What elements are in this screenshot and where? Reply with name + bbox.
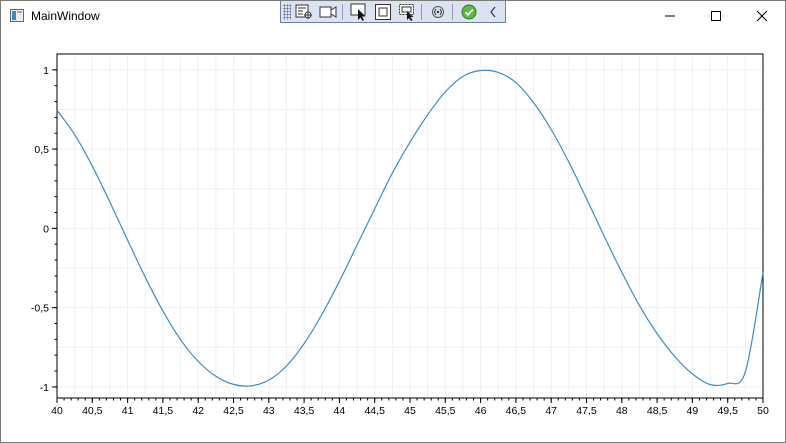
y-tick-label: -0,5 xyxy=(31,303,49,315)
x-tick-label: 49,5 xyxy=(717,405,738,417)
x-tick-label: 42 xyxy=(192,405,204,417)
x-tick-label: 42,5 xyxy=(223,405,244,417)
x-tick-label: 40 xyxy=(51,405,63,417)
sine-wave-chart: -1 -0,5 0 0,5 1 40 40,5 41 41,5 42 42,5 43 43,5 44 44… xyxy=(31,53,769,417)
y-tick-label: 0,5 xyxy=(34,144,49,156)
x-tick-label: 48 xyxy=(616,405,628,417)
x-tick-label: 44,5 xyxy=(364,405,385,417)
x-tick-label: 50 xyxy=(757,405,769,417)
x-tick-label: 41,5 xyxy=(153,405,174,417)
y-tick-label: 0 xyxy=(43,223,49,235)
y-tick-label: -1 xyxy=(40,382,49,394)
x-tick-label: 40,5 xyxy=(82,405,103,417)
x-tick-label: 48,5 xyxy=(647,405,668,417)
x-tick-label: 45 xyxy=(404,405,416,417)
y-tick-label: 1 xyxy=(43,65,49,77)
x-tick-label: 46,5 xyxy=(506,405,527,417)
x-tick-label: 43 xyxy=(263,405,275,417)
x-tick-label: 46 xyxy=(475,405,487,417)
grid-lines xyxy=(56,54,764,398)
x-axis: 40 40,5 41 41,5 42 42,5 43 43,5 44 44,5 45 45,5 46 46… xyxy=(51,398,769,417)
x-tick-label: 47,5 xyxy=(576,405,597,417)
x-tick-label: 49 xyxy=(687,405,699,417)
y-axis: -1 -0,5 0 0,5 1 xyxy=(31,65,57,394)
x-tick-label: 43,5 xyxy=(294,405,315,417)
x-tick-label: 41 xyxy=(122,405,134,417)
x-tick-label: 44 xyxy=(334,405,346,417)
x-tick-label: 47 xyxy=(545,405,557,417)
x-tick-label: 45,5 xyxy=(435,405,456,417)
